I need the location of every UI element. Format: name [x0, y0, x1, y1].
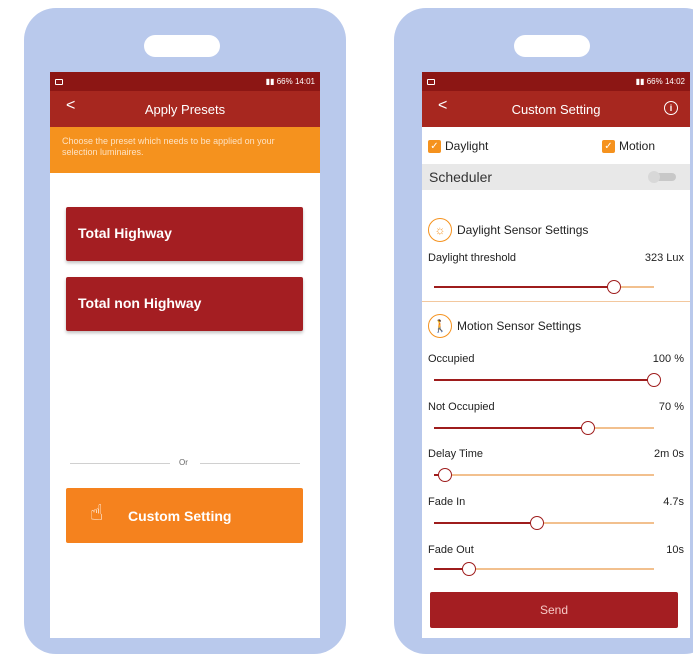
slider-fill: [434, 286, 615, 288]
scheduler-row: Scheduler: [422, 164, 690, 190]
fade-out-slider[interactable]: [434, 562, 654, 576]
daylight-threshold-value: 323 Lux: [644, 252, 684, 264]
notification-icon: [55, 78, 63, 85]
status-time: 14:02: [664, 77, 685, 86]
fade-in-label: Fade In: [428, 496, 466, 508]
motion-section-header: 🚶 Motion Sensor Settings: [428, 314, 581, 338]
status-right: ▮▮ 66% 14:01: [266, 77, 315, 86]
section-title: Daylight Sensor Settings: [457, 223, 589, 237]
daylight-checkbox[interactable]: ✓ Daylight: [428, 139, 488, 153]
daylight-threshold-slider[interactable]: [434, 280, 654, 294]
slider-thumb[interactable]: [647, 373, 661, 387]
delay-time-slider[interactable]: [434, 468, 654, 482]
preset-label: Total Highway: [78, 225, 172, 241]
delay-time-label: Delay Time: [428, 448, 484, 460]
phone-frame-right: ▮▮ 66% 14:02 < Custom Setting i ✓ Daylig…: [394, 8, 693, 654]
battery-level: 66%: [276, 77, 293, 86]
hand-tap-icon: ☝: [90, 500, 104, 525]
daylight-threshold-label: Daylight threshold: [428, 252, 517, 264]
preset-button-total-non-highway[interactable]: Total non Highway: [66, 277, 303, 331]
fade-in-slider[interactable]: [434, 516, 654, 530]
sensor-checkboxes: ✓ Daylight ✓ Motion: [422, 127, 690, 164]
slider-track: [434, 474, 654, 476]
back-icon[interactable]: <: [438, 97, 447, 115]
phone-frame-left: ▮▮ 66% 14:01 < Apply Presets Choose the …: [24, 8, 346, 654]
occupied-slider[interactable]: [434, 373, 661, 387]
daylight-label: Daylight: [445, 139, 489, 153]
send-button[interactable]: Send: [430, 592, 678, 628]
scheduler-toggle[interactable]: [648, 171, 676, 183]
fade-out-value: 10s: [666, 544, 684, 556]
app-bar: < Apply Presets: [50, 91, 320, 127]
info-icon[interactable]: i: [664, 101, 678, 115]
apply-presets-screen: ▮▮ 66% 14:01 < Apply Presets Choose the …: [50, 72, 320, 638]
not-occupied-slider[interactable]: [434, 421, 654, 435]
status-right: ▮▮ 66% 14:02: [636, 77, 685, 86]
slider-thumb[interactable]: [462, 562, 477, 576]
slider-thumb[interactable]: [607, 280, 622, 294]
signal-icon: ▮▮: [635, 77, 647, 86]
fade-out-label: Fade Out: [428, 544, 474, 556]
status-time: 14:01: [294, 77, 315, 86]
status-bar: ▮▮ 66% 14:01: [50, 72, 320, 91]
fade-in-value: 4.7s: [663, 496, 684, 508]
or-label: Or: [179, 458, 188, 467]
custom-setting-button[interactable]: ☝ Custom Setting: [66, 488, 303, 543]
delay-time-value: 2m 0s: [654, 448, 684, 460]
not-occupied-label: Not Occupied: [428, 401, 495, 413]
preset-button-total-highway[interactable]: Total Highway: [66, 207, 303, 261]
occupied-label: Occupied: [428, 353, 475, 365]
not-occupied-value: 70 %: [658, 401, 684, 413]
send-label: Send: [539, 603, 569, 617]
signal-icon: ▮▮: [265, 77, 277, 86]
slider-thumb[interactable]: [530, 516, 545, 530]
section-divider: [422, 301, 690, 302]
slider-fill: [434, 427, 588, 429]
phone-speaker: [144, 35, 220, 57]
walking-person-icon: 🚶: [428, 314, 452, 338]
app-bar: < Custom Setting i: [422, 91, 690, 127]
page-title: Apply Presets: [144, 101, 226, 117]
sun-icon: ☼: [428, 218, 452, 242]
scheduler-label: Scheduler: [429, 169, 493, 185]
battery-level: 66%: [646, 77, 663, 86]
back-icon[interactable]: <: [66, 97, 75, 115]
instruction-banner: Choose the preset which needs to be appl…: [50, 127, 320, 173]
phone-speaker: [514, 35, 590, 57]
custom-setting-label: Custom Setting: [128, 508, 232, 524]
daylight-section-header: ☼ Daylight Sensor Settings: [428, 218, 588, 242]
custom-setting-screen: ▮▮ 66% 14:02 < Custom Setting i ✓ Daylig…: [422, 72, 690, 638]
section-title: Motion Sensor Settings: [457, 319, 582, 333]
slider-thumb[interactable]: [581, 421, 595, 435]
divider-line: [200, 463, 300, 464]
notification-icon: [427, 78, 435, 85]
checkbox-checked-icon: ✓: [602, 139, 615, 153]
or-divider: Or: [70, 457, 300, 471]
checkbox-checked-icon: ✓: [428, 139, 441, 153]
divider-line: [70, 463, 170, 464]
slider-fill: [434, 522, 538, 524]
status-bar: ▮▮ 66% 14:02: [422, 72, 690, 91]
motion-checkbox[interactable]: ✓ Motion: [602, 139, 655, 153]
preset-label: Total non Highway: [78, 295, 202, 311]
occupied-value: 100 %: [652, 353, 684, 365]
slider-thumb[interactable]: [438, 468, 452, 482]
motion-label: Motion: [619, 139, 656, 153]
page-title: Custom Setting: [511, 101, 601, 117]
slider-fill: [434, 379, 654, 381]
